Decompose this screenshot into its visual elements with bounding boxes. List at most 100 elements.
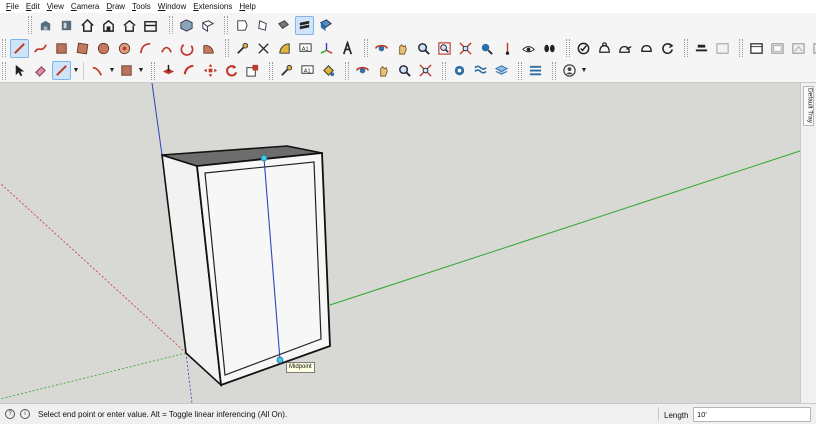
orbit-icon[interactable] (372, 39, 391, 58)
shape-tool-icon[interactable] (117, 61, 136, 80)
default-tray-tab[interactable]: Default Tray (803, 86, 814, 126)
pencil-icon[interactable] (52, 61, 71, 80)
menu-draw[interactable]: Draw (104, 0, 130, 14)
text-icon[interactable]: A1 (296, 39, 315, 58)
display-section-icon[interactable] (713, 39, 732, 58)
measurement-input[interactable] (693, 407, 811, 422)
toolbar-grip[interactable] (442, 61, 446, 80)
shadows-icon[interactable] (810, 39, 816, 58)
toolbar-grip[interactable] (225, 39, 229, 57)
push-pull-icon[interactable] (159, 61, 178, 80)
right-view-icon[interactable] (253, 16, 272, 35)
box-front-face[interactable] (196, 152, 331, 387)
arc-icon[interactable] (136, 39, 155, 58)
zoom-window-icon[interactable] (435, 39, 454, 58)
select-icon[interactable] (10, 61, 29, 80)
two-point-arc-icon[interactable] (157, 39, 176, 58)
toolbar-grip[interactable] (169, 16, 173, 34)
drape-icon[interactable] (637, 39, 656, 58)
pie-icon[interactable] (199, 39, 218, 58)
toolbar-grip[interactable] (345, 61, 349, 80)
account-dropdown-icon[interactable]: ▼ (580, 61, 588, 80)
follow-me-icon[interactable] (180, 61, 199, 80)
section-plane-icon[interactable] (540, 39, 559, 58)
menu-camera[interactable]: Camera (69, 0, 104, 14)
3d-text-icon[interactable] (338, 39, 357, 58)
dimension-icon[interactable] (254, 39, 273, 58)
sandbox-icon[interactable] (574, 39, 593, 58)
paint-bucket-icon[interactable] (319, 61, 338, 80)
rotate-icon[interactable] (222, 61, 241, 80)
back-view-icon[interactable] (274, 16, 293, 35)
eraser-icon[interactable] (31, 61, 50, 80)
scale-icon[interactable] (243, 61, 262, 80)
extension-manager-icon[interactable] (526, 61, 545, 80)
toolbar-grip[interactable] (28, 16, 32, 34)
shape-dropdown-icon[interactable]: ▼ (137, 61, 145, 80)
menu-extensions[interactable]: Extensions (191, 0, 237, 14)
zoom-extents-icon[interactable] (456, 39, 475, 58)
scene-canvas[interactable] (0, 83, 800, 403)
toolbar-grip[interactable] (739, 39, 743, 57)
toolbar-grip[interactable] (224, 16, 228, 34)
warehouse-icon-2[interactable] (450, 61, 469, 80)
toolbar-grip[interactable] (2, 61, 6, 80)
front-view-icon[interactable] (232, 16, 251, 35)
arc-dropdown-icon[interactable]: ▼ (108, 61, 116, 80)
house-outline-icon[interactable] (120, 16, 139, 35)
zoom-extents-icon-2[interactable] (416, 61, 435, 80)
pan-icon[interactable] (393, 39, 412, 58)
iso-view-icon[interactable] (177, 16, 196, 35)
home-icon[interactable] (78, 16, 97, 35)
toolbar-grip[interactable] (552, 61, 556, 80)
look-around-icon[interactable] (498, 39, 517, 58)
three-point-arc-icon[interactable] (178, 39, 197, 58)
position-camera-icon[interactable] (477, 39, 496, 58)
arc-tool-icon[interactable] (88, 61, 107, 80)
account-icon[interactable] (560, 61, 579, 80)
left-view-icon[interactable] (295, 15, 314, 35)
flip-edge-icon[interactable] (692, 39, 711, 58)
rotated-rectangle-icon[interactable] (73, 39, 92, 58)
rectangle-icon[interactable] (52, 39, 71, 58)
save-icon[interactable] (99, 16, 118, 35)
toolbar-grip[interactable] (518, 61, 522, 80)
label-icon[interactable]: A1 (298, 61, 317, 80)
top-view-icon[interactable] (198, 16, 217, 35)
styles-icon[interactable] (789, 39, 808, 58)
toolbar-grip[interactable] (364, 39, 368, 57)
line-icon[interactable] (10, 38, 29, 58)
toolbar-grip[interactable] (151, 61, 155, 80)
shaded-icon[interactable] (316, 16, 335, 35)
menu-edit[interactable]: Edit (24, 0, 45, 14)
polygon-icon[interactable] (115, 39, 134, 58)
orbit-icon-2[interactable] (353, 61, 372, 80)
axes-icon[interactable] (317, 39, 336, 58)
stamp-icon[interactable] (616, 39, 635, 58)
freehand-icon[interactable] (31, 39, 50, 58)
circle-icon[interactable] (94, 39, 113, 58)
open-file-icon[interactable] (57, 16, 76, 35)
layout-icon[interactable] (492, 61, 511, 80)
toolbar-grip[interactable] (684, 39, 688, 57)
protractor-icon[interactable] (275, 39, 294, 58)
walk-icon[interactable] (519, 39, 538, 58)
tape-measure-icon[interactable] (233, 39, 252, 58)
move-icon[interactable] (201, 61, 220, 80)
extension-warehouse-icon[interactable] (471, 61, 490, 80)
toolbar-grip[interactable] (566, 39, 570, 57)
menu-tools[interactable]: Tools (130, 0, 156, 14)
window-icon[interactable] (768, 39, 787, 58)
pan-icon-2[interactable] (374, 61, 393, 80)
pencil-dropdown-icon[interactable]: ▼ (72, 61, 80, 80)
toolbar-grip[interactable] (269, 61, 273, 80)
tape-icon[interactable] (277, 61, 296, 80)
zoom-icon-2[interactable] (395, 61, 414, 80)
display-cuts-icon[interactable] (747, 39, 766, 58)
menu-help[interactable]: Help (237, 0, 260, 14)
modeling-viewport[interactable]: Midpoint (0, 83, 800, 403)
add-detail-icon[interactable] (658, 39, 677, 58)
toolbar-grip[interactable] (2, 39, 6, 57)
menu-view[interactable]: View (45, 0, 69, 14)
warehouse-icon[interactable] (141, 16, 160, 35)
